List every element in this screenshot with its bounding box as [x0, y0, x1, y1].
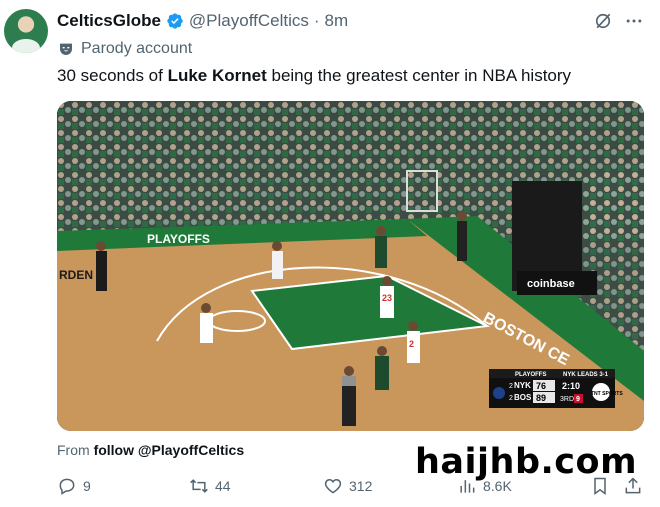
reply-count: 9 [83, 478, 91, 494]
svg-text:NYK: NYK [514, 381, 531, 390]
jersey-number: 2 [409, 339, 414, 349]
watermark-text: haijhb.com [415, 442, 638, 482]
game-video-frame: coinbase PLAYOFFS RDEN BOSTON CE 23 2 PL… [57, 101, 644, 431]
svg-text:NYK LEADS 3-1: NYK LEADS 3-1 [563, 372, 609, 378]
sponsor-text: coinbase [527, 278, 575, 290]
repost-count: 44 [215, 478, 231, 494]
svg-text:89: 89 [536, 393, 546, 403]
tweet-header: CelticsGlobe @PlayoffCeltics · 8m [57, 10, 348, 32]
repost-icon [190, 479, 208, 493]
svg-text:76: 76 [536, 381, 546, 391]
baseline-text: PLAYOFFS [147, 232, 210, 246]
parody-label-text: Parody account [81, 40, 193, 57]
svg-text:2: 2 [509, 395, 513, 402]
tweet-text-end: being the greatest center in NBA history [266, 66, 572, 85]
tweet-text-mention: Luke Kornet [167, 66, 267, 85]
like-count: 312 [349, 478, 373, 494]
video-player[interactable]: coinbase PLAYOFFS RDEN BOSTON CE 23 2 PL… [57, 101, 644, 431]
tweet-timestamp[interactable]: 8m [325, 11, 349, 31]
jersey-number: 23 [382, 293, 392, 303]
reply-button[interactable]: 9 [57, 474, 91, 498]
header-separator: · [313, 11, 320, 30]
attribution-source-link[interactable]: follow @PlayoffCeltics [94, 442, 245, 458]
scorebug: PLAYOFFS NYK LEADS 3-1 2 NYK 2 BOS 76 89… [489, 369, 623, 408]
parody-label: Parody account [58, 38, 192, 60]
repost-button[interactable]: 44 [189, 474, 231, 498]
svg-text:2:10: 2:10 [562, 381, 580, 391]
svg-text:PLAYOFFS: PLAYOFFS [515, 372, 546, 378]
heart-icon [324, 478, 342, 494]
verified-badge-icon [167, 13, 183, 29]
more-options-icon[interactable] [624, 11, 644, 31]
author-handle[interactable]: @PlayoffCeltics [189, 11, 309, 31]
svg-text:3RD: 3RD [560, 396, 574, 403]
video-attribution: From follow @PlayoffCeltics [57, 442, 244, 458]
svg-text:BOS: BOS [514, 393, 532, 402]
like-button[interactable]: 312 [323, 474, 372, 498]
author-display-name[interactable]: CelticsGlobe [57, 11, 161, 31]
tweet-text: 30 seconds of Luke Kornet being the grea… [57, 66, 571, 86]
avatar[interactable] [4, 9, 48, 53]
mask-icon [60, 43, 72, 55]
sideline-text: RDEN [59, 268, 93, 282]
svg-text:TNT SPORTS: TNT SPORTS [591, 391, 623, 397]
attribution-prefix: From [57, 442, 90, 458]
svg-text:2: 2 [509, 383, 513, 390]
reply-icon [59, 478, 75, 495]
grok-icon[interactable] [593, 11, 613, 31]
svg-text:9: 9 [576, 396, 580, 403]
tweet-text-start: 30 seconds of [57, 66, 168, 85]
